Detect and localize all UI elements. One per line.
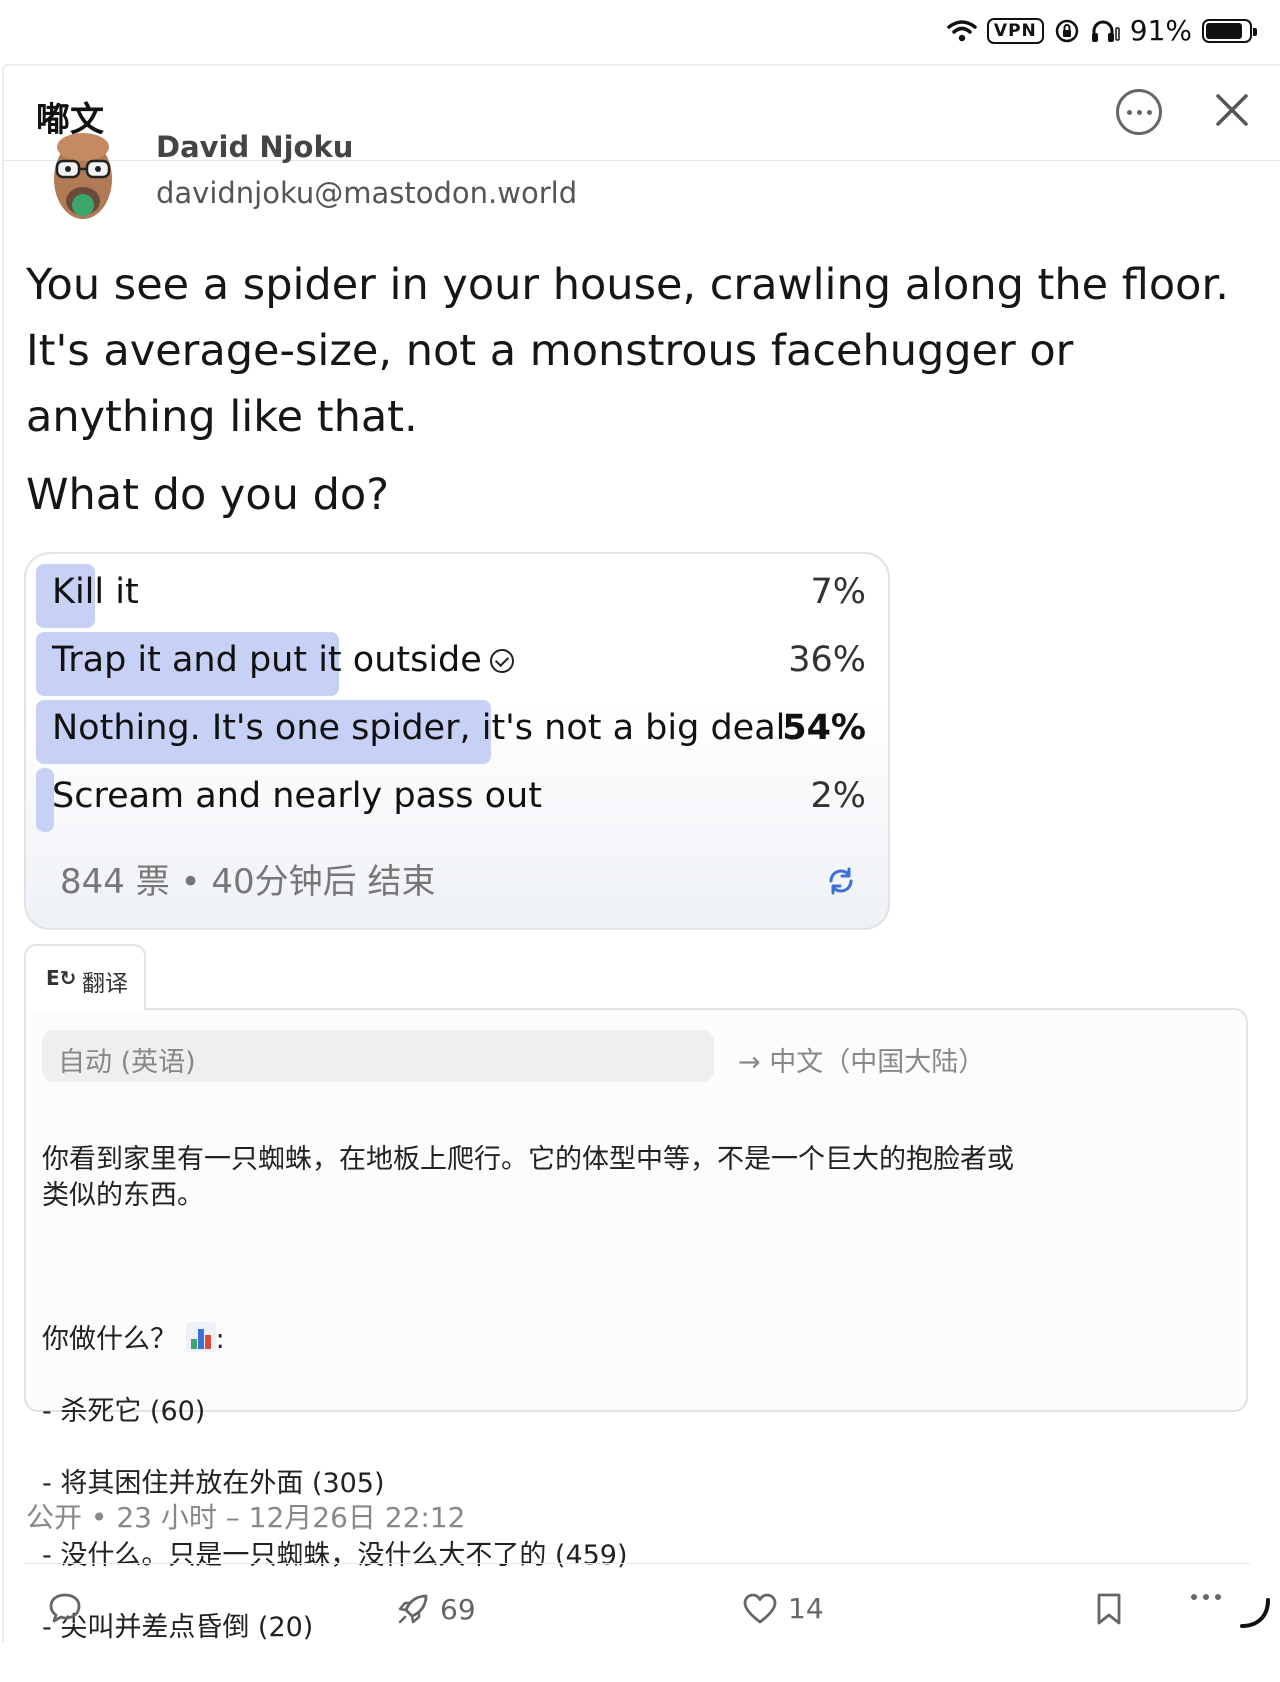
translate-tab[interactable]: E↻ 翻译 [24,944,146,1010]
rocket-icon [398,1594,428,1624]
poll-option-percent: 36% [788,640,866,680]
divider [24,1563,1250,1564]
more-actions-button[interactable] [1190,1592,1222,1602]
target-language-select[interactable]: → 中文（中国大陆） [738,1040,985,1079]
favourite-button[interactable]: 14 [742,1592,824,1625]
favourite-count: 14 [788,1592,824,1625]
poll-option-label: Trap it and put it outside [52,640,514,680]
poll-option[interactable]: Nothing. It's one spider, it's not a big… [36,700,878,764]
poll-option[interactable]: Kill it 7% [36,564,878,628]
reply-icon [49,1593,81,1623]
more-dot [1146,109,1152,115]
poll-option-label-text: Trap it and put it outside [52,640,482,680]
close-button[interactable] [1214,92,1250,128]
poll-summary: 844 票 • 40分钟后 结束 [60,862,436,902]
translation-item: - 没什么。只是一只蜘蛛，没什么大不了的 (459) [42,1540,628,1571]
translation-question-text: 你做什么？ [42,1324,177,1355]
bookmark-icon [1097,1593,1121,1625]
author-name[interactable]: David Njoku [156,130,353,164]
author-handle[interactable]: davidnjoku@mastodon.world [156,176,577,210]
ellipsis-icon [1191,1594,1221,1600]
bookmark-button[interactable] [1096,1592,1122,1626]
post-text: You see a spider in your house, crawling… [26,260,1229,442]
translate-icon: E↻ [46,966,77,990]
poll-option-percent: 54% [782,708,866,748]
source-language-label: 自动 (英语) [58,1047,196,1078]
bar-chart-icon [185,1322,216,1352]
more-dot [1136,109,1142,115]
poll: Kill it 7% Trap it and put it outside 36… [24,552,890,930]
status-bar: VPN 91% [0,0,1280,62]
translation-panel: 自动 (英语) → 中文（中国大陆） 你看到家里有一只蜘蛛，在地板上爬行。它的体… [24,1008,1248,1643]
translation-text: 你看到家里有一只蜘蛛，在地板上爬行。它的体型中等，不是一个巨大的抱脸者或 类似的… [42,1106,1142,1682]
translation-question: 你做什么？ : [42,1322,1142,1358]
poll-option[interactable]: Scream and nearly pass out 2% [36,768,878,832]
poll-option-label: Kill it [52,572,139,612]
reply-button[interactable] [48,1592,82,1624]
translation-item: - 杀死它 (60) [42,1396,206,1427]
post-question: What do you do? [26,470,390,520]
orientation-lock-icon [1055,19,1079,42]
poll-option-label: Scream and nearly pass out [52,776,542,816]
boost-button[interactable]: 69 [396,1592,476,1626]
source-language-select[interactable]: 自动 (英语) [42,1030,714,1082]
translation-paragraph: 你看到家里有一只蜘蛛，在地板上爬行。它的体型中等，不是一个巨大的抱脸者或 类似的… [42,1144,1014,1211]
boost-count: 69 [440,1592,476,1626]
voted-check-icon [489,649,514,673]
poll-option-percent: 7% [810,572,866,612]
post-meta: 公开 • 23 小时 – 12月26日 22:12 [26,1501,466,1534]
translation-item: - 尖叫并差点昏倒 (20) [42,1612,314,1643]
poll-option[interactable]: Trap it and put it outside 36% [36,632,878,696]
vpn-badge: VPN [986,17,1044,44]
status-indicators: VPN 91% [947,14,1257,47]
loading-spinner-icon [1240,1598,1270,1628]
translation-question-colon: : [215,1324,225,1355]
heart-icon [743,1593,777,1623]
wifi-icon [947,19,977,41]
refresh-icon[interactable] [826,866,856,896]
poll-option-label: Nothing. It's one spider, it's not a big… [52,708,786,748]
battery-percent: 91% [1129,14,1192,47]
headphones-icon [1091,20,1120,42]
avatar[interactable] [48,127,118,223]
more-options-button[interactable] [1116,89,1162,135]
translate-tab-label: 翻译 [82,971,128,997]
more-dot [1126,109,1132,115]
battery-icon [1202,18,1257,43]
poll-option-percent: 2% [810,776,866,816]
